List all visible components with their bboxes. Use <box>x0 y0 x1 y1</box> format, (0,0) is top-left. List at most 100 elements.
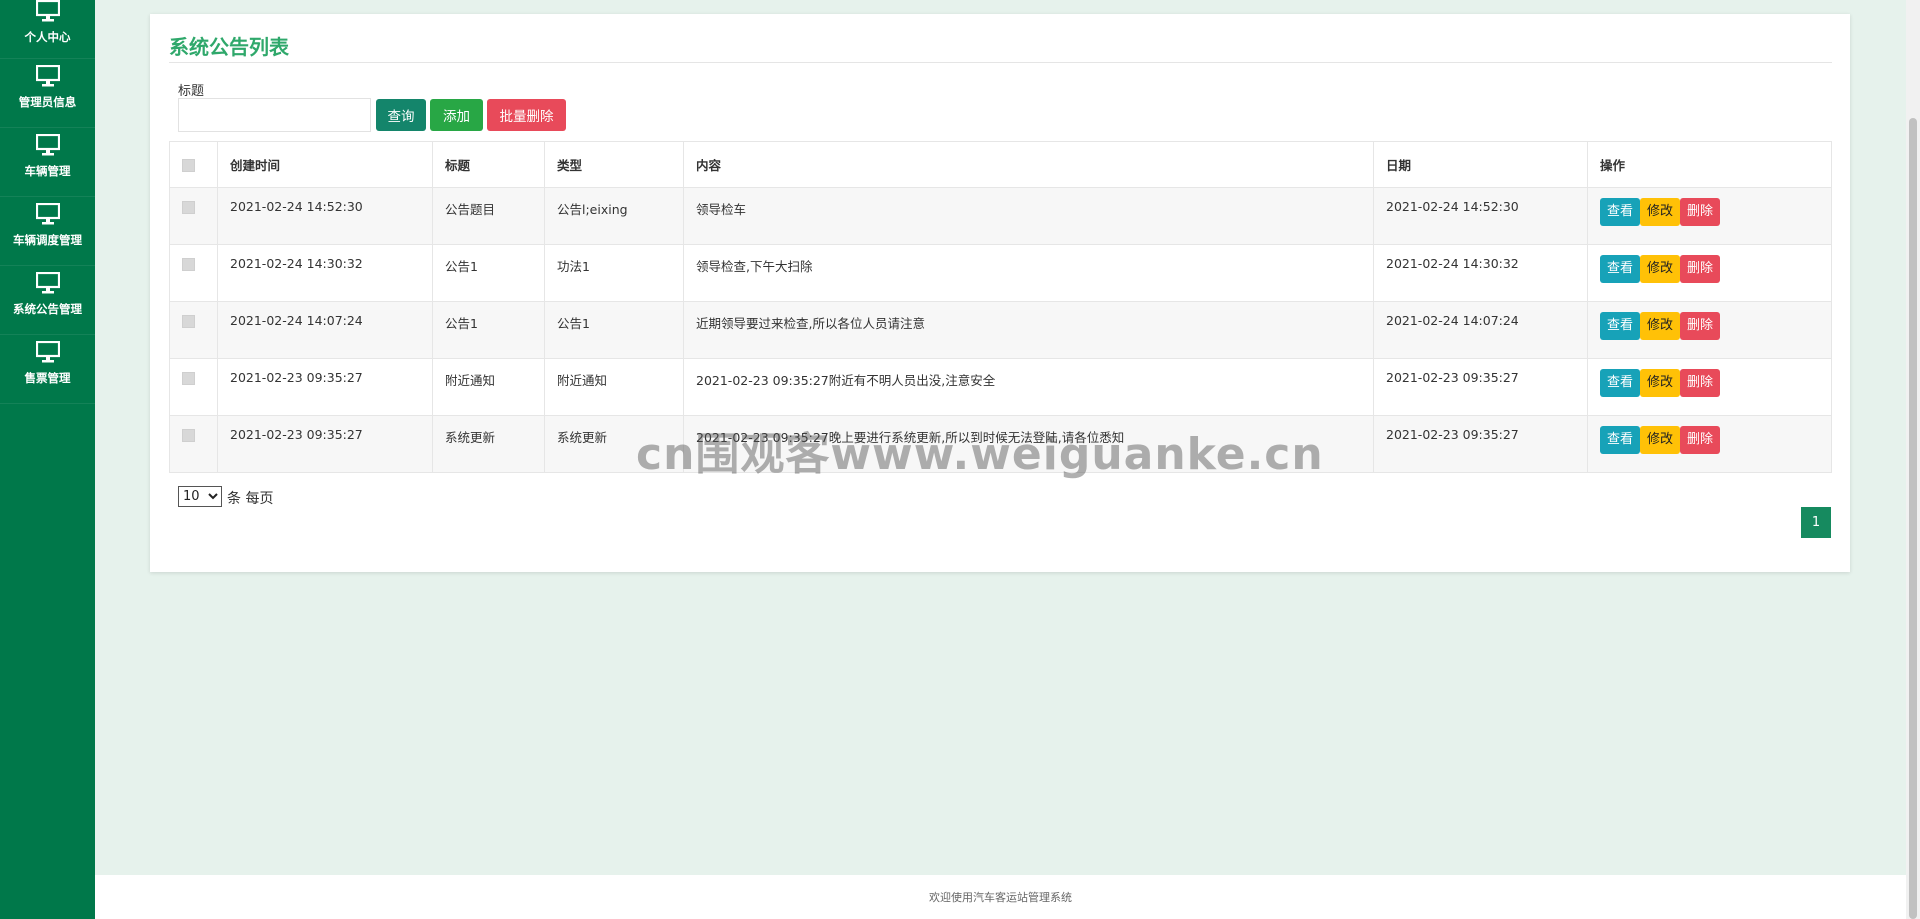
sidebar: 个人中心 管理员信息 车辆管理 车辆调度管理 系统公告管理 售票管理 <box>0 0 95 919</box>
table-header-row: 创建时间 标题 类型 内容 日期 操作 <box>169 141 1832 188</box>
add-button[interactable]: 添加 <box>430 99 483 131</box>
row-checkbox[interactable] <box>182 315 195 328</box>
sidebar-item-label: 车辆调度管理 <box>13 233 82 247</box>
row-select-cell <box>169 358 218 416</box>
cell-type: 功法1 <box>544 244 684 302</box>
delete-button[interactable]: 删除 <box>1680 255 1721 283</box>
title-divider <box>169 62 1832 63</box>
row-select-cell <box>169 244 218 302</box>
watermark: cn围观客www.weiguanke.cn <box>636 429 1324 480</box>
monitor-icon <box>35 340 60 366</box>
delete-button[interactable]: 删除 <box>1680 198 1721 226</box>
search-title-label: 标题 <box>178 84 205 99</box>
cell-content: 领导检车 <box>683 187 1374 245</box>
sidebar-item-ticketing[interactable]: 售票管理 <box>0 335 95 404</box>
row-checkbox[interactable] <box>182 372 195 385</box>
delete-button[interactable]: 删除 <box>1680 312 1721 340</box>
cell-created: 2021-02-23 09:35:27 <box>217 358 433 416</box>
view-button[interactable]: 查看 <box>1600 426 1641 454</box>
cell-created: 2021-02-24 14:52:30 <box>217 187 433 245</box>
column-header-date: 日期 <box>1373 141 1588 188</box>
cell-title: 公告1 <box>432 244 545 302</box>
table-row: 2021-02-24 14:30:32 公告1 功法1 领导检查,下午大扫除 2… <box>169 244 1832 302</box>
cell-title: 系统更新 <box>432 415 545 473</box>
cell-actions: 查看 修改 删除 <box>1587 415 1832 473</box>
table-row: 2021-02-23 09:35:27 附近通知 附近通知 2021-02-23… <box>169 358 1832 416</box>
pagination-page-button[interactable]: 1 <box>1801 507 1831 538</box>
column-header-title: 标题 <box>432 141 545 188</box>
scrollbar[interactable] <box>1906 0 1920 919</box>
view-button[interactable]: 查看 <box>1600 369 1641 397</box>
sidebar-item-announcements[interactable]: 系统公告管理 <box>0 266 95 335</box>
row-select-cell <box>169 301 218 359</box>
sidebar-item-label: 个人中心 <box>24 30 71 44</box>
cell-content: 近期领导要过来检查,所以各位人员请注意 <box>683 301 1374 359</box>
sidebar-item-personal-center[interactable]: 个人中心 <box>0 0 95 59</box>
cell-type: 附近通知 <box>544 358 684 416</box>
select-all-checkbox[interactable] <box>182 159 195 172</box>
page-size-select[interactable]: 10 <box>178 486 222 507</box>
column-header-actions: 操作 <box>1587 141 1832 188</box>
cell-created: 2021-02-24 14:30:32 <box>217 244 433 302</box>
column-header-content: 内容 <box>683 141 1374 188</box>
cell-title: 公告题目 <box>432 187 545 245</box>
cell-title: 附近通知 <box>432 358 545 416</box>
scrollbar-thumb[interactable] <box>1909 118 1917 919</box>
row-checkbox[interactable] <box>182 258 195 271</box>
cell-title: 公告1 <box>432 301 545 359</box>
announcement-list-panel: 系统公告列表 标题 查询 添加 批量删除 创建时间 标题 类型 内容 日期 操作… <box>150 14 1850 572</box>
row-select-cell <box>169 187 218 245</box>
table-row: 2021-02-24 14:52:30 公告题目 公告l;eixing 领导检车… <box>169 187 1832 245</box>
cell-created: 2021-02-24 14:07:24 <box>217 301 433 359</box>
cell-content: 2021-02-23 09:35:27附近有不明人员出没,注意安全 <box>683 358 1374 416</box>
table-row: 2021-02-24 14:07:24 公告1 公告1 近期领导要过来检查,所以… <box>169 301 1832 359</box>
edit-button[interactable]: 修改 <box>1640 312 1681 340</box>
monitor-icon <box>35 0 60 25</box>
view-button[interactable]: 查看 <box>1600 312 1641 340</box>
view-button[interactable]: 查看 <box>1600 255 1641 283</box>
cell-type: 公告l;eixing <box>544 187 684 245</box>
footer: 欢迎使用汽车客运站管理系统 <box>95 875 1906 919</box>
cell-date: 2021-02-24 14:52:30 <box>1373 187 1588 245</box>
sidebar-item-vehicle-dispatch[interactable]: 车辆调度管理 <box>0 197 95 266</box>
row-select-cell <box>169 415 218 473</box>
batch-delete-button[interactable]: 批量删除 <box>487 99 566 131</box>
row-checkbox[interactable] <box>182 429 195 442</box>
cell-actions: 查看 修改 删除 <box>1587 244 1832 302</box>
select-all-cell <box>169 141 218 188</box>
column-header-type: 类型 <box>544 141 684 188</box>
edit-button[interactable]: 修改 <box>1640 426 1681 454</box>
cell-date: 2021-02-24 14:07:24 <box>1373 301 1588 359</box>
delete-button[interactable]: 删除 <box>1680 369 1721 397</box>
cell-type: 公告1 <box>544 301 684 359</box>
edit-button[interactable]: 修改 <box>1640 369 1681 397</box>
cell-date: 2021-02-23 09:35:27 <box>1373 358 1588 416</box>
cell-actions: 查看 修改 删除 <box>1587 301 1832 359</box>
cell-date: 2021-02-23 09:35:27 <box>1373 415 1588 473</box>
cell-date: 2021-02-24 14:30:32 <box>1373 244 1588 302</box>
cell-actions: 查看 修改 删除 <box>1587 187 1832 245</box>
sidebar-item-vehicle-management[interactable]: 车辆管理 <box>0 128 95 197</box>
delete-button[interactable]: 删除 <box>1680 426 1721 454</box>
search-title-input[interactable] <box>178 98 371 132</box>
sidebar-item-label: 系统公告管理 <box>13 302 82 316</box>
monitor-icon <box>35 271 60 297</box>
cell-actions: 查看 修改 删除 <box>1587 358 1832 416</box>
sidebar-item-label: 售票管理 <box>24 371 71 385</box>
column-header-created: 创建时间 <box>217 141 433 188</box>
cell-created: 2021-02-23 09:35:27 <box>217 415 433 473</box>
footer-text: 欢迎使用汽车客运站管理系统 <box>929 891 1072 904</box>
page-size-suffix: 条 每页 <box>227 491 274 507</box>
view-button[interactable]: 查看 <box>1600 198 1641 226</box>
edit-button[interactable]: 修改 <box>1640 198 1681 226</box>
row-checkbox[interactable] <box>182 201 195 214</box>
page-title: 系统公告列表 <box>169 35 289 59</box>
monitor-icon <box>35 202 60 228</box>
cell-content: 领导检查,下午大扫除 <box>683 244 1374 302</box>
sidebar-item-label: 车辆管理 <box>24 164 71 178</box>
monitor-icon <box>35 133 60 159</box>
sidebar-item-label: 管理员信息 <box>18 95 77 109</box>
sidebar-item-admin-info[interactable]: 管理员信息 <box>0 59 95 128</box>
query-button[interactable]: 查询 <box>376 99 426 131</box>
edit-button[interactable]: 修改 <box>1640 255 1681 283</box>
